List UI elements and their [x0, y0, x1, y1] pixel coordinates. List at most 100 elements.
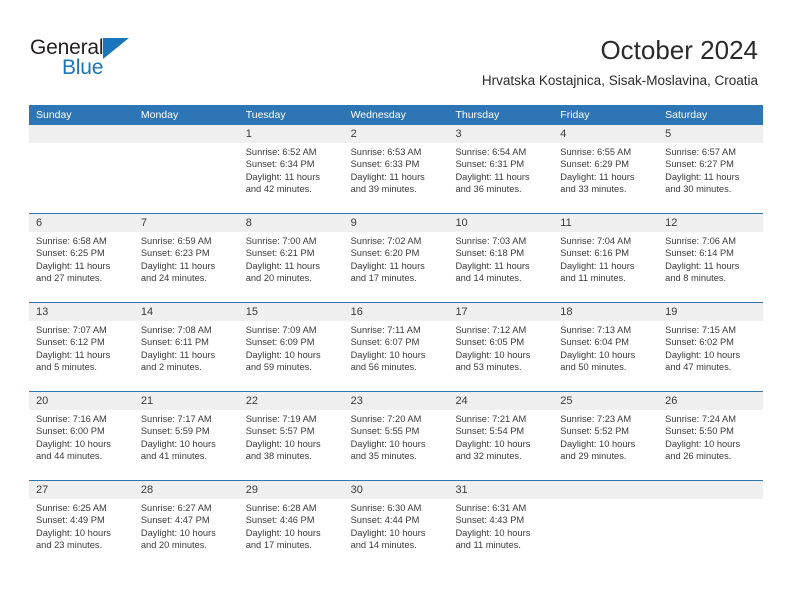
day-daylight2-line: and 17 minutes. — [350, 273, 417, 284]
calendar-day-cell[interactable]: 17 Sunrise: 7:12 AM Sunset: 6:05 PM Dayligh… — [448, 303, 554, 391]
calendar-day-cell[interactable]: 4 Sunrise: 6:55 AM Sunset: 6:29 PM Daylight… — [553, 125, 659, 213]
calendar-day-cell[interactable]: 19 Sunrise: 7:15 AM Sunset: 6:02 PM Dayligh… — [658, 303, 764, 391]
day-number — [133, 125, 239, 143]
day-daylight2-line: and 41 minutes. — [140, 451, 208, 462]
day-sun-info: Sunrise: 6:58 AM Sunset: 6:25 PM Daylight:… — [29, 232, 134, 285]
day-sunrise-line: Sunrise: 7:07 AM — [36, 325, 107, 335]
day-daylight2-line: and 42 minutes. — [245, 184, 312, 195]
calendar-day-cell[interactable]: 5 Sunrise: 6:57 AM Sunset: 6:27 PM Daylight… — [658, 125, 764, 213]
calendar-day-cell[interactable]: 28 Sunrise: 6:27 AM Sunset: 4:47 PM Dayligh… — [133, 481, 239, 569]
calendar-day-cell[interactable]: 1 Sunrise: 6:52 AM Sunset: 6:34 PM Daylight… — [238, 125, 344, 213]
day-sunset-line: Sunset: 6:18 PM — [455, 248, 525, 259]
generalblue-logo[interactable]: General Blue — [30, 36, 150, 82]
day-number: 27 — [29, 481, 134, 499]
day-sun-info: Sunrise: 7:04 AM Sunset: 6:16 PM Daylight:… — [553, 232, 658, 285]
day-daylight2-line: and 32 minutes. — [455, 451, 522, 462]
day-sunrise-line: Sunrise: 6:25 AM — [36, 503, 107, 513]
calendar-day-cell[interactable]: 29 Sunrise: 6:28 AM Sunset: 4:46 PM Dayligh… — [238, 481, 344, 569]
day-number: 29 — [238, 481, 344, 499]
calendar-day-cell[interactable]: 11 Sunrise: 7:04 AM Sunset: 6:16 PM Dayligh… — [553, 214, 659, 302]
calendar-day-cell[interactable]: 21 Sunrise: 7:17 AM Sunset: 5:59 PM Dayligh… — [133, 392, 239, 480]
day-daylight1-line: Daylight: 10 hours — [140, 527, 216, 538]
calendar-day-cell[interactable]: 22 Sunrise: 7:19 AM Sunset: 5:57 PM Dayligh… — [238, 392, 344, 480]
calendar-day-cell[interactable]: 23 Sunrise: 7:20 AM Sunset: 5:55 PM Dayligh… — [343, 392, 449, 480]
day-sun-info: Sunrise: 6:31 AM Sunset: 4:43 PM Daylight:… — [448, 499, 553, 552]
day-sunset-line: Sunset: 6:07 PM — [350, 337, 420, 348]
day-number: 31 — [448, 481, 554, 499]
calendar-day-cell[interactable]: 30 Sunrise: 6:30 AM Sunset: 4:44 PM Dayligh… — [343, 481, 449, 569]
day-number: 9 — [343, 214, 449, 232]
day-sun-info: Sunrise: 6:30 AM Sunset: 4:44 PM Daylight:… — [344, 499, 449, 552]
logo-text-blue: Blue — [62, 56, 104, 79]
calendar-week-row: 1 Sunrise: 6:52 AM Sunset: 6:34 PM Daylight… — [29, 125, 764, 213]
day-sunset-line: Sunset: 6:29 PM — [560, 159, 630, 170]
day-daylight1-line: Daylight: 11 hours — [665, 260, 740, 271]
calendar-day-cell[interactable]: 18 Sunrise: 7:13 AM Sunset: 6:04 PM Dayligh… — [553, 303, 659, 391]
day-daylight1-line: Daylight: 10 hours — [560, 438, 636, 449]
calendar-cell-empty — [29, 125, 134, 213]
day-number: 2 — [343, 125, 449, 143]
day-sunset-line: Sunset: 4:43 PM — [455, 515, 525, 526]
day-sunset-line: Sunset: 6:23 PM — [140, 248, 210, 259]
day-sun-info: Sunrise: 7:20 AM Sunset: 5:55 PM Daylight:… — [344, 410, 449, 463]
day-sun-info: Sunrise: 7:15 AM Sunset: 6:02 PM Daylight:… — [658, 321, 763, 374]
calendar-day-cell[interactable]: 8 Sunrise: 7:00 AM Sunset: 6:21 PM Daylight… — [238, 214, 344, 302]
day-daylight2-line: and 5 minutes. — [36, 362, 97, 373]
day-sunrise-line: Sunrise: 6:28 AM — [245, 503, 317, 513]
day-sunset-line: Sunset: 6:20 PM — [350, 248, 420, 259]
calendar-day-cell[interactable]: 2 Sunrise: 6:53 AM Sunset: 6:33 PM Daylight… — [343, 125, 449, 213]
day-sunset-line: Sunset: 6:31 PM — [455, 159, 525, 170]
calendar-day-cell[interactable]: 15 Sunrise: 7:09 AM Sunset: 6:09 PM Dayligh… — [238, 303, 344, 391]
day-sunrise-line: Sunrise: 7:13 AM — [560, 325, 632, 335]
calendar-day-cell[interactable]: 16 Sunrise: 7:11 AM Sunset: 6:07 PM Dayligh… — [343, 303, 449, 391]
calendar-day-cell[interactable]: 24 Sunrise: 7:21 AM Sunset: 5:54 PM Dayligh… — [448, 392, 554, 480]
calendar-day-cell[interactable]: 20 Sunrise: 7:16 AM Sunset: 6:00 PM Dayligh… — [29, 392, 134, 480]
day-daylight2-line: and 26 minutes. — [665, 451, 732, 462]
day-daylight2-line: and 17 minutes. — [245, 540, 312, 551]
day-sunset-line: Sunset: 6:27 PM — [665, 159, 734, 170]
day-daylight1-line: Daylight: 11 hours — [140, 349, 216, 360]
day-sunrise-line: Sunrise: 7:09 AM — [245, 325, 317, 335]
calendar-day-cell[interactable]: 14 Sunrise: 7:08 AM Sunset: 6:11 PM Dayligh… — [133, 303, 239, 391]
calendar-day-cell[interactable]: 27 Sunrise: 6:25 AM Sunset: 4:49 PM Dayligh… — [29, 481, 134, 569]
calendar-cell-empty — [658, 481, 764, 569]
day-number: 6 — [29, 214, 134, 232]
calendar-day-cell[interactable]: 25 Sunrise: 7:23 AM Sunset: 5:52 PM Dayligh… — [553, 392, 659, 480]
day-sunset-line: Sunset: 6:33 PM — [350, 159, 420, 170]
calendar-day-cell[interactable]: 13 Sunrise: 7:07 AM Sunset: 6:12 PM Dayligh… — [29, 303, 134, 391]
day-number — [658, 481, 764, 499]
calendar-day-cell[interactable]: 26 Sunrise: 7:24 AM Sunset: 5:50 PM Dayligh… — [658, 392, 764, 480]
calendar-day-cell[interactable]: 3 Sunrise: 6:54 AM Sunset: 6:31 PM Daylight… — [448, 125, 554, 213]
calendar-day-cell[interactable]: 31 Sunrise: 6:31 AM Sunset: 4:43 PM Dayligh… — [448, 481, 554, 569]
day-daylight2-line: and 27 minutes. — [36, 273, 103, 284]
day-sun-info: Sunrise: 7:00 AM Sunset: 6:21 PM Daylight:… — [239, 232, 344, 285]
day-sunrise-line: Sunrise: 7:15 AM — [665, 325, 736, 335]
day-daylight2-line: and 39 minutes. — [350, 184, 417, 195]
day-daylight1-line: Daylight: 10 hours — [36, 438, 111, 449]
day-sun-info: Sunrise: 6:55 AM Sunset: 6:29 PM Daylight:… — [553, 143, 658, 196]
calendar-day-cell[interactable]: 6 Sunrise: 6:58 AM Sunset: 6:25 PM Daylight… — [29, 214, 134, 302]
day-daylight2-line: and 29 minutes. — [560, 451, 627, 462]
calendar-day-cell[interactable]: 9 Sunrise: 7:02 AM Sunset: 6:20 PM Daylight… — [343, 214, 449, 302]
day-sun-info: Sunrise: 7:03 AM Sunset: 6:18 PM Daylight:… — [448, 232, 553, 285]
day-sunset-line: Sunset: 5:52 PM — [560, 426, 630, 437]
calendar-week-row: 27 Sunrise: 6:25 AM Sunset: 4:49 PM Dayligh… — [29, 480, 764, 569]
day-daylight1-line: Daylight: 10 hours — [245, 349, 321, 360]
day-number: 16 — [343, 303, 449, 321]
day-daylight1-line: Daylight: 11 hours — [245, 171, 320, 182]
calendar-day-cell[interactable]: 7 Sunrise: 6:59 AM Sunset: 6:23 PM Daylight… — [133, 214, 239, 302]
day-sunrise-line: Sunrise: 7:20 AM — [350, 414, 422, 424]
weekday-header-sunday: Sunday — [36, 109, 72, 121]
calendar-day-cell[interactable]: 12 Sunrise: 7:06 AM Sunset: 6:14 PM Dayligh… — [658, 214, 764, 302]
calendar-day-cell[interactable]: 10 Sunrise: 7:03 AM Sunset: 6:18 PM Dayligh… — [448, 214, 554, 302]
day-sun-info: Sunrise: 7:19 AM Sunset: 5:57 PM Daylight:… — [239, 410, 344, 463]
day-daylight2-line: and 11 minutes. — [560, 273, 626, 284]
day-sunrise-line: Sunrise: 6:31 AM — [455, 503, 527, 513]
day-number: 20 — [29, 392, 134, 410]
weekday-header-friday: Friday — [560, 109, 590, 121]
day-daylight2-line: and 23 minutes. — [36, 540, 103, 551]
day-number: 23 — [343, 392, 449, 410]
day-number: 7 — [133, 214, 239, 232]
day-sun-info: Sunrise: 6:53 AM Sunset: 6:33 PM Daylight:… — [344, 143, 449, 196]
day-number: 26 — [658, 392, 764, 410]
